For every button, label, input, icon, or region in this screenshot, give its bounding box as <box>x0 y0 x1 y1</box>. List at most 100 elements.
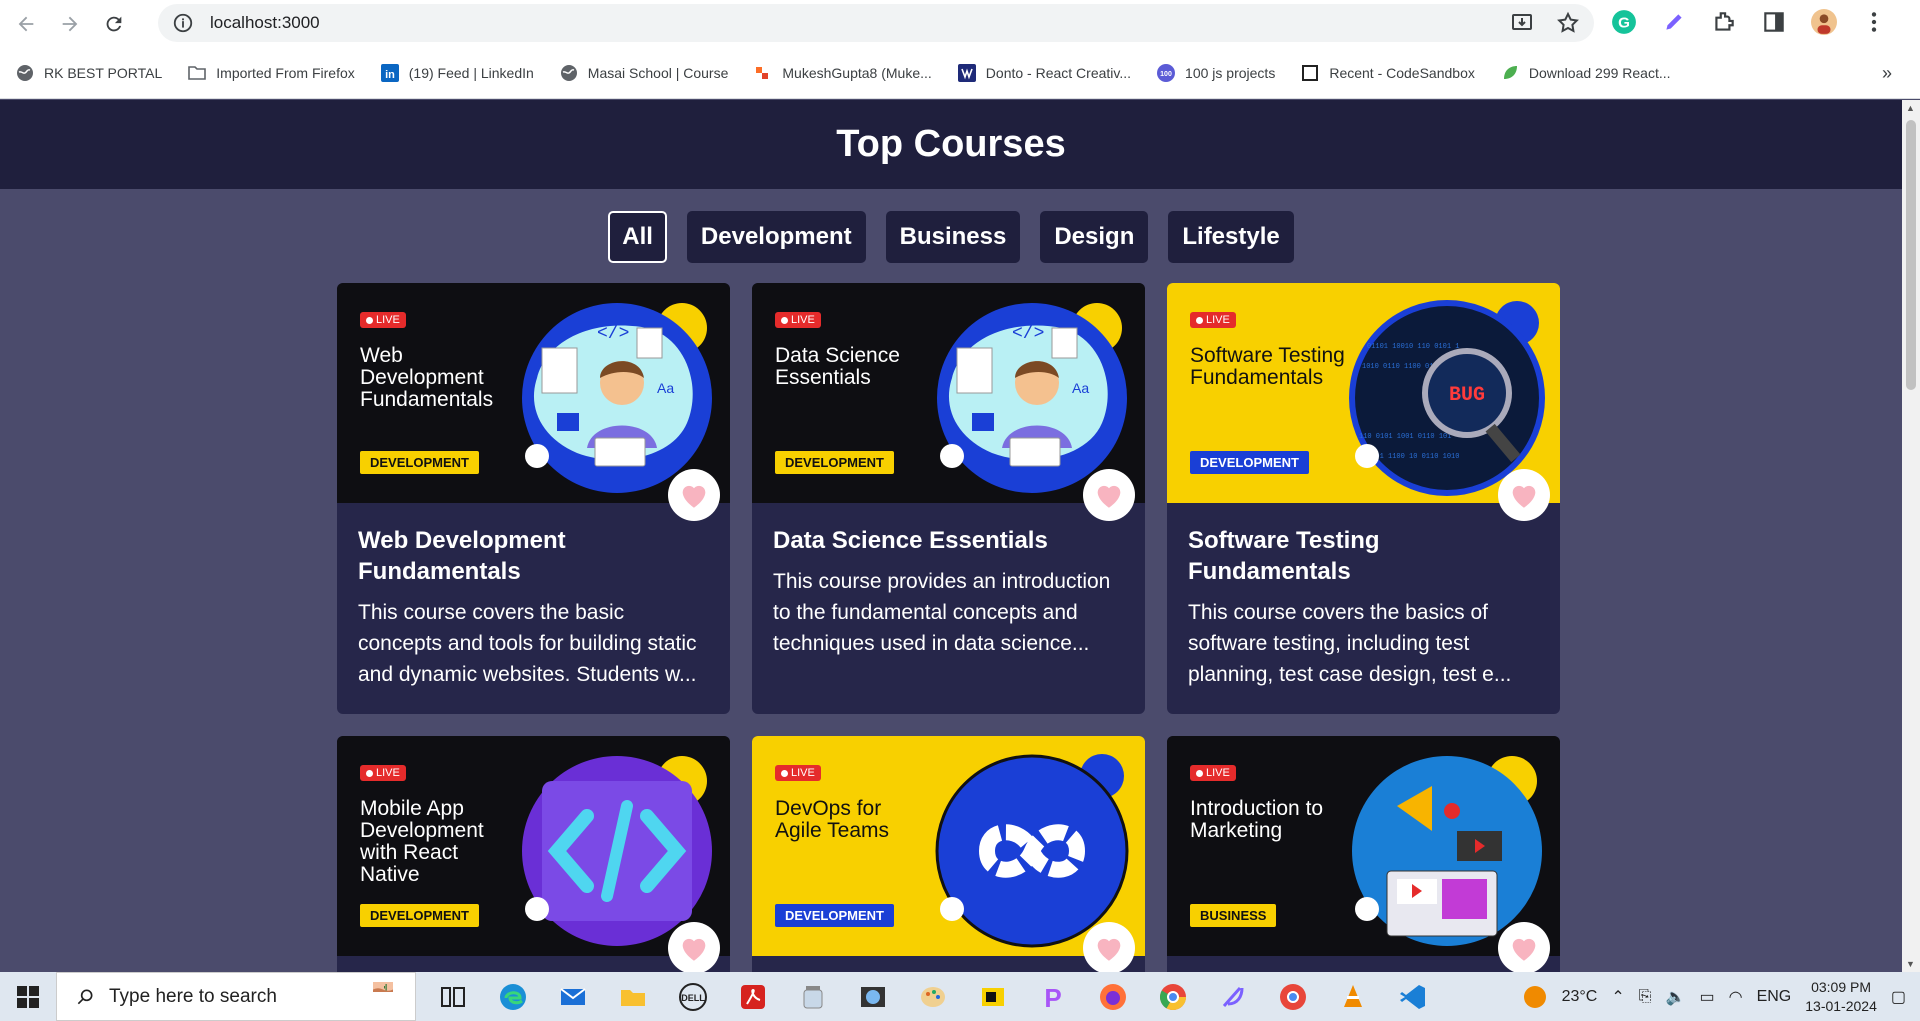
bookmark-item[interactable]: MukeshGupta8 (Muke... <box>754 64 932 82</box>
info-icon[interactable] <box>172 12 194 34</box>
vlc-app[interactable] <box>1334 978 1372 1016</box>
network-icon[interactable]: ⎘ <box>1639 988 1652 1006</box>
side-panel-button[interactable] <box>1760 8 1788 36</box>
heart-icon <box>682 938 706 961</box>
start-button[interactable] <box>0 985 56 1008</box>
windows-icon <box>17 985 39 1008</box>
chrome-profile-app[interactable] <box>1274 978 1312 1016</box>
system-tray: 23°C ⌃ ⎘ 🔈 ▭ ◠ ENG 03:09 PM 13-01-2024 ▢ <box>1522 972 1920 1021</box>
favorite-button[interactable] <box>1083 469 1135 521</box>
course-description: This course covers the basics of softwar… <box>1188 601 1512 686</box>
taskbar-search[interactable]: Type here to search <box>56 972 416 1021</box>
bookmark-item[interactable]: Masai School | Course <box>560 64 728 82</box>
codesandbox-icon <box>1301 64 1319 82</box>
favorite-button[interactable] <box>1498 922 1550 972</box>
acrobat-icon <box>741 984 765 1009</box>
p-app[interactable]: P <box>1034 978 1072 1016</box>
course-card[interactable]: LIVE DevOps for Agile Teams DEVELOPMENT <box>752 736 1145 972</box>
bookmark-item[interactable]: 100 100 js projects <box>1157 63 1275 82</box>
course-card[interactable]: LIVE Data Science Essentials DEVELOPMENT… <box>752 283 1145 714</box>
traffic-cone-icon <box>1344 984 1362 1007</box>
feather-icon <box>1222 986 1244 1007</box>
favorite-button[interactable] <box>1083 922 1135 972</box>
reload-button[interactable] <box>96 6 132 42</box>
chrome-app[interactable] <box>1154 978 1192 1016</box>
bookmark-star-icon[interactable] <box>1556 11 1580 35</box>
sticky-app[interactable] <box>974 978 1012 1016</box>
filter-all[interactable]: All <box>608 211 667 263</box>
mail-app[interactable] <box>554 978 592 1016</box>
bookmark-item[interactable]: Recent - CodeSandbox <box>1301 64 1475 82</box>
category-tag: DEVELOPMENT <box>775 904 894 927</box>
filter-business[interactable]: Business <box>885 211 1021 263</box>
extensions-button[interactable] <box>1710 8 1738 36</box>
course-title[interactable]: Web Development Fundamentals <box>358 525 709 587</box>
volume-icon[interactable]: 🔈 <box>1666 987 1686 1007</box>
menu-button[interactable] <box>1860 8 1888 36</box>
course-card[interactable]: LIVE Software Testing Fundamentals DEVEL… <box>1167 283 1560 714</box>
favorite-button[interactable] <box>668 922 720 972</box>
desert-cactus-icon <box>373 982 393 992</box>
favorite-button[interactable] <box>668 469 720 521</box>
globe-icon <box>560 64 578 82</box>
pen-extension[interactable] <box>1660 8 1688 36</box>
bookmark-item[interactable]: RK BEST PORTAL <box>16 64 162 82</box>
paint-app[interactable] <box>914 978 952 1016</box>
filter-design[interactable]: Design <box>1040 211 1149 263</box>
pen-app[interactable] <box>1214 978 1252 1016</box>
forward-arrow-icon <box>62 16 78 31</box>
heart-icon <box>1512 485 1536 508</box>
scroll-thumb[interactable] <box>1906 120 1916 390</box>
dell-app[interactable]: DELL <box>674 978 712 1016</box>
svg-text:100: 100 <box>1160 71 1172 78</box>
notification-icon[interactable]: ▢ <box>1891 987 1906 1007</box>
clock[interactable]: 03:09 PM 13-01-2024 <box>1805 978 1877 1016</box>
temperature[interactable]: 23°C <box>1562 988 1598 1006</box>
url-text[interactable]: localhost:3000 <box>210 13 320 33</box>
course-title[interactable]: Data Science Essentials <box>773 525 1124 556</box>
sticky-icon <box>982 987 1004 1006</box>
course-card[interactable]: LIVE Mobile App Development with React N… <box>337 736 730 972</box>
bookmark-item[interactable]: in (19) Feed | LinkedIn <box>380 63 534 82</box>
battery-icon[interactable]: ▭ <box>1699 987 1714 1007</box>
scroll-up-icon[interactable]: ▲ <box>1906 103 1915 113</box>
infinity-loop-illustration <box>935 754 1129 948</box>
course-card[interactable]: LIVE Web Development Fundamentals DEVELO… <box>337 283 730 714</box>
firefox-app[interactable] <box>1094 978 1132 1016</box>
install-app-icon[interactable] <box>1510 11 1534 35</box>
back-button[interactable] <box>8 6 44 42</box>
course-banner: LIVE Data Science Essentials DEVELOPMENT… <box>752 283 1145 521</box>
course-title[interactable]: Software Testing Fundamentals <box>1188 525 1539 587</box>
filter-development[interactable]: Development <box>686 211 866 263</box>
wifi-icon[interactable]: ◠ <box>1729 987 1743 1007</box>
address-bar[interactable]: localhost:3000 <box>158 4 1594 42</box>
filter-lifestyle[interactable]: Lifestyle <box>1168 211 1294 263</box>
media-app[interactable] <box>854 978 892 1016</box>
bookmark-item[interactable]: Download 299 React... <box>1501 64 1671 82</box>
acrobat-app[interactable] <box>734 978 772 1016</box>
task-view-button[interactable] <box>434 978 472 1016</box>
chevron-up-icon[interactable]: ⌃ <box>1611 987 1624 1007</box>
banner-title: Mobile App Development with React Native <box>360 797 484 886</box>
chevron-double-right-icon[interactable]: » <box>1882 63 1892 84</box>
course-card[interactable]: LIVE Introduction to Marketing BUSINESS <box>1167 736 1560 972</box>
grammarly-extension[interactable]: G <box>1610 8 1638 36</box>
forward-button[interactable] <box>52 6 88 42</box>
bookmark-label: (19) Feed | LinkedIn <box>408 64 534 81</box>
developer-illustration: </> Aa <box>522 303 712 493</box>
bookmark-item[interactable]: Donto - React Creativ... <box>957 63 1131 82</box>
folder-icon <box>621 989 645 1006</box>
banner-title: Software Testing Fundamentals <box>1190 344 1345 389</box>
favorite-button[interactable] <box>1498 469 1550 521</box>
file-explorer-app[interactable] <box>614 978 652 1016</box>
bookmark-item[interactable]: Imported From Firefox <box>188 64 355 82</box>
vscode-app[interactable] <box>1394 978 1432 1016</box>
edge-app[interactable] <box>494 978 532 1016</box>
developer-illustration: </> Aa <box>937 303 1127 493</box>
profile-avatar[interactable] <box>1810 8 1838 36</box>
svg-text:Aa: Aa <box>1072 380 1089 396</box>
scroll-down-icon[interactable]: ▼ <box>1906 959 1915 969</box>
jar-app[interactable] <box>794 978 832 1016</box>
language-indicator[interactable]: ENG <box>1757 988 1792 1006</box>
page-scrollbar[interactable]: ▲ ▼ <box>1902 100 1920 972</box>
